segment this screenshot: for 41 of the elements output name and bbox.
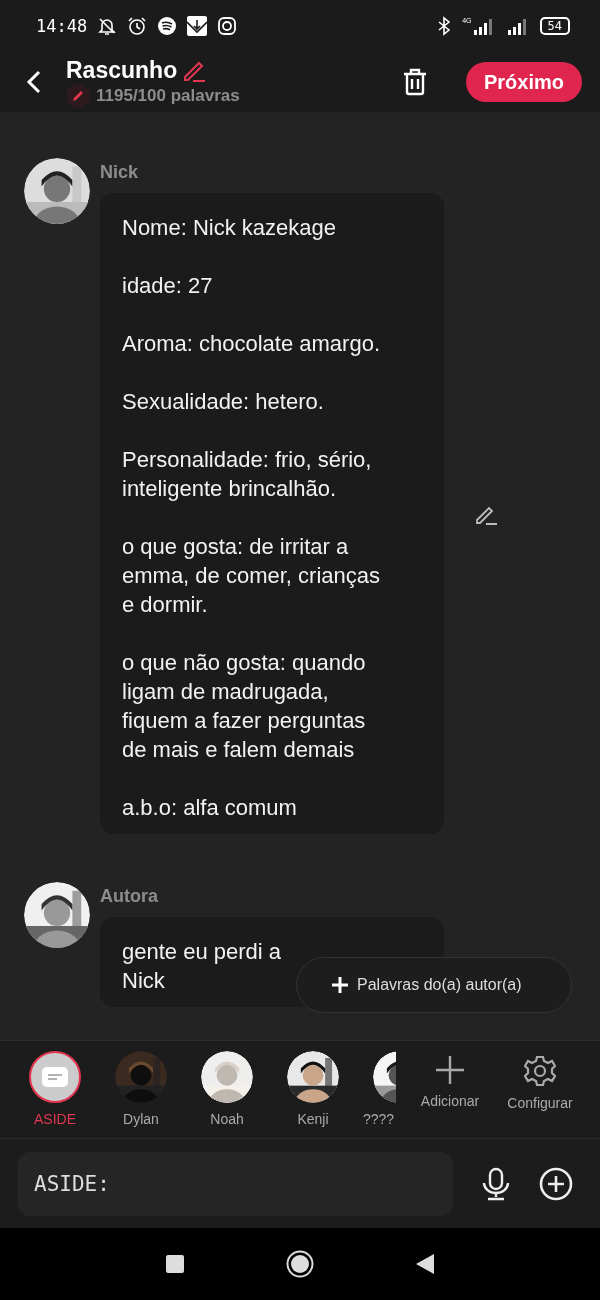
message-input[interactable]: ASIDE: (18, 1151, 453, 1216)
microphone-icon[interactable] (481, 1166, 511, 1201)
toolbar-button[interactable]: Configurar (495, 1051, 585, 1111)
character-tab[interactable]: Noah (184, 1051, 270, 1127)
plus-icon (435, 1055, 465, 1085)
author-name: Nick (100, 162, 140, 183)
character-tab[interactable]: Dylan (98, 1051, 184, 1127)
bell-off-icon (97, 16, 118, 36)
character-tab[interactable]: Kenji (270, 1051, 356, 1127)
download-app-icon (187, 16, 208, 36)
battery-level: 54 (539, 17, 570, 35)
message-text: gente eu perdi a Nick (122, 938, 282, 995)
camera-app-icon (217, 16, 238, 36)
message-text: idade: 27 (122, 272, 213, 300)
author-words-button[interactable]: Palavras do(a) autor(a) (296, 957, 572, 1013)
message-icon (42, 1067, 68, 1087)
home-button-icon[interactable] (286, 1250, 314, 1278)
add-circle-icon[interactable] (539, 1166, 573, 1201)
next-button[interactable]: Próximo (465, 62, 582, 102)
toolbar-button[interactable]: Adicionar (405, 1051, 495, 1111)
pencil-icon (71, 88, 85, 103)
message-text: Aroma: chocolate amargo. (122, 330, 381, 358)
message-text: Nome: Nick kazekage (122, 214, 336, 242)
back-button-icon[interactable] (416, 1254, 434, 1274)
alarm-clock-icon (127, 16, 148, 36)
message-text: o que não gosta: quando ligam de madrugada, fiquem a fazer perguntas de mais e falem demais (122, 649, 366, 764)
message-text: Personalidade: frio, sério, inteligente brincalhão. (122, 446, 372, 503)
clock: 14:48 (36, 16, 88, 36)
message-text: a.b.o: alfa comum (122, 794, 297, 822)
author-name: Autora (100, 886, 159, 907)
trash-icon[interactable] (401, 68, 428, 96)
message-text: Sexualidade: hetero. (122, 388, 324, 416)
bluetooth-icon (436, 16, 453, 36)
character-tab[interactable]: ???? (356, 1051, 396, 1127)
message-text: o que gosta: de irritar a emma, de comer, crianças e dormir. (122, 533, 380, 619)
settings-icon (524, 1055, 556, 1087)
word-count: 1195/100 palavras (96, 85, 240, 106)
character-tab[interactable]: ASIDE (12, 1051, 98, 1127)
music-app-icon (157, 16, 178, 36)
draft-title: Rascunho (66, 56, 178, 84)
plus-icon (331, 976, 349, 994)
